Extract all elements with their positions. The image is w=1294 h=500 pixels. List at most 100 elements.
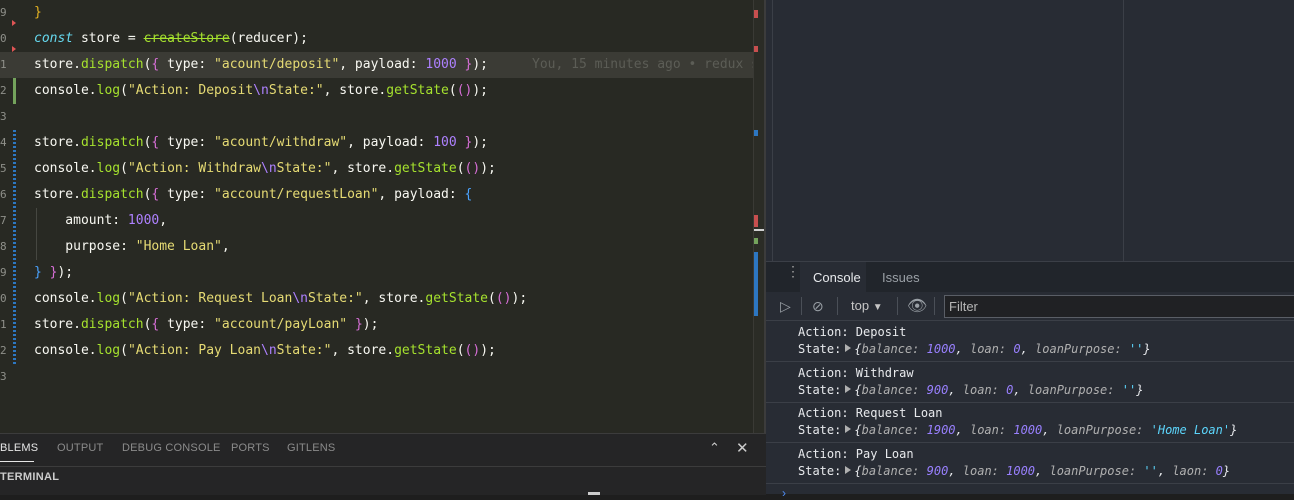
code-line[interactable]: 3 xyxy=(0,364,766,390)
code-line[interactable]: 8 purpose: "Home Loan", xyxy=(0,234,766,260)
tab-debug-console[interactable]: DEBUG CONSOLE xyxy=(122,442,221,454)
code-line[interactable]: 5 console.log("Action: Withdraw\nState:",… xyxy=(0,156,766,182)
context-selector[interactable]: top ▼ xyxy=(851,298,883,313)
code-line[interactable]: 2 console.log("Action: Pay Loan\nState:",… xyxy=(0,338,766,364)
code-line[interactable]: 9} }); xyxy=(0,260,766,286)
code-token: dispatch xyxy=(80,317,144,332)
tab-console[interactable]: Console xyxy=(813,270,861,285)
code-line[interactable]: 6 store.dispatch({ type: "account/request… xyxy=(0,182,766,208)
line-number: 2 xyxy=(0,344,7,357)
console-toolbar: ▷ ⊘ top ▼ 👁 xyxy=(766,292,1294,321)
code-line[interactable]: 2 console.log("Action: Deposit\nState:", … xyxy=(0,78,766,104)
tab-gitlens[interactable]: GITLENS xyxy=(287,442,335,454)
code-line[interactable]: 0 const store = createStore(reducer); xyxy=(0,26,766,52)
chevron-up-icon[interactable]: ⌃ xyxy=(709,440,720,456)
code-token: ); xyxy=(472,135,488,150)
modified-marker xyxy=(754,130,758,136)
property-value: 0 xyxy=(1013,342,1021,356)
code-token: const xyxy=(34,31,74,46)
tab-issues[interactable]: Issues xyxy=(882,270,920,285)
property-value: 1000 xyxy=(926,342,956,356)
console-message[interactable]: Action: Pay Loan State: {balance: 900, loa… xyxy=(766,443,1294,484)
code-token: "Action: Withdraw xyxy=(127,161,261,176)
drawer-tabbar: ⋮ Console Issues xyxy=(766,261,1294,293)
code-token: purpose: xyxy=(34,239,136,254)
error-marker xyxy=(754,46,758,52)
code-token: "Action: Deposit xyxy=(127,83,254,98)
line-number: 3 xyxy=(0,110,7,123)
terminal-section-header[interactable]: TERMINAL xyxy=(0,471,59,483)
line-code: store.dispatch({ type: "acount/deposit",… xyxy=(34,52,766,78)
divider xyxy=(1123,0,1124,261)
line-number: 6 xyxy=(0,188,7,201)
console-prompt-icon[interactable]: › xyxy=(782,486,786,500)
code-token: ( xyxy=(120,161,128,176)
tab-output[interactable]: OUTPUT xyxy=(57,442,103,454)
code-token: () xyxy=(495,291,512,306)
state-object-preview[interactable]: {balance: 1900, loan: 1000, loanPurpose:… xyxy=(854,423,1237,437)
code-line[interactable]: 9} xyxy=(0,0,766,26)
code-line[interactable]: 0 console.log("Action: Request Loan\nStat… xyxy=(0,286,766,312)
property-value: 0 xyxy=(1006,382,1014,397)
property-key: loan: xyxy=(969,423,1014,437)
code-token: getState xyxy=(425,291,489,306)
state-object-preview[interactable]: {balance: 1000, loan: 0, loanPurpose: ''… xyxy=(854,342,1150,356)
code-token: ); xyxy=(480,161,496,176)
expand-triangle-icon[interactable] xyxy=(845,425,852,433)
eye-icon[interactable]: 👁 xyxy=(907,296,927,316)
code-line[interactable]: 1 store.dispatch({ type: "acount/deposit"… xyxy=(0,52,766,78)
code-token: store. xyxy=(34,317,81,332)
console-message[interactable]: Action: Deposit State: {balance: 1000, loa… xyxy=(766,321,1294,362)
code-token: \n xyxy=(292,291,308,306)
property-key: balance: xyxy=(861,423,927,437)
line-code: amount: 1000, xyxy=(34,208,167,234)
code-line[interactable]: 1 store.dispatch({ type: "account/payLoan… xyxy=(0,312,766,338)
property-value: 1000 xyxy=(1013,423,1043,437)
state-object-preview[interactable]: {balance: 900, loan: 0, loanPurpose: ''} xyxy=(854,383,1143,397)
console-action-text: Action: Deposit xyxy=(798,325,907,339)
filter-input[interactable] xyxy=(945,296,1294,317)
code-token: console. xyxy=(34,83,97,98)
expand-triangle-icon[interactable] xyxy=(845,465,852,474)
state-object-preview[interactable]: {balance: 900, loan: 1000, loanPurpose: … xyxy=(854,464,1230,478)
context-value: top xyxy=(851,298,870,313)
clear-console-icon[interactable]: ⊘ xyxy=(812,298,824,315)
line-number: 3 xyxy=(0,370,7,383)
code-token: "account/requestLoan" xyxy=(214,187,379,202)
code-token: dispatch xyxy=(80,135,144,150)
code-token: getState xyxy=(386,83,449,98)
line-code: store.dispatch({ type: "account/requestL… xyxy=(34,182,472,208)
git-modified-indicator xyxy=(13,286,16,364)
active-tab-indicator xyxy=(0,461,34,462)
expand-triangle-icon[interactable] xyxy=(845,344,852,352)
console-action-text: Action: Request Loan xyxy=(798,406,943,420)
more-options-icon[interactable]: ⋮ xyxy=(786,264,800,278)
console-message[interactable]: Action: Request Loan State: {balance: 1900… xyxy=(766,402,1294,443)
expand-triangle-icon[interactable] xyxy=(845,384,852,393)
tab-problems[interactable]: BLEMS xyxy=(0,442,38,454)
code-token: 1000 xyxy=(127,213,160,228)
code-line[interactable]: 3 xyxy=(0,104,766,130)
code-editor[interactable]: 9} 0 const store = createStore(reducer); 1 s… xyxy=(0,0,766,433)
tab-ports[interactable]: PORTS xyxy=(231,442,270,454)
property-key: loanPurpose: xyxy=(1035,342,1129,356)
added-marker xyxy=(754,238,758,244)
property-value: '' xyxy=(1143,463,1158,478)
code-line[interactable]: 4 store.dispatch({ type: "acount/withdraw… xyxy=(0,130,766,156)
code-line[interactable]: 7 amount: 1000, xyxy=(0,208,766,234)
devtools-elements-area[interactable] xyxy=(766,0,1294,261)
code-token: console. xyxy=(34,291,97,306)
close-icon[interactable]: ✕ xyxy=(736,439,749,457)
code-token: store = xyxy=(73,31,144,46)
code-token: ( xyxy=(120,291,128,306)
sidebar-toggle-icon[interactable]: ▷ xyxy=(780,298,791,315)
property-key: loan: xyxy=(969,342,1014,356)
console-message[interactable]: Action: Withdraw State: {balance: 900, loa… xyxy=(766,362,1294,403)
divider xyxy=(837,297,838,315)
code-token: , payload: xyxy=(378,187,465,202)
code-token: "acount/deposit" xyxy=(214,57,340,72)
line-code: console.log("Action: Deposit\nState:", s… xyxy=(34,78,488,104)
line-number: 4 xyxy=(0,136,7,149)
code-token: ( xyxy=(120,343,128,358)
